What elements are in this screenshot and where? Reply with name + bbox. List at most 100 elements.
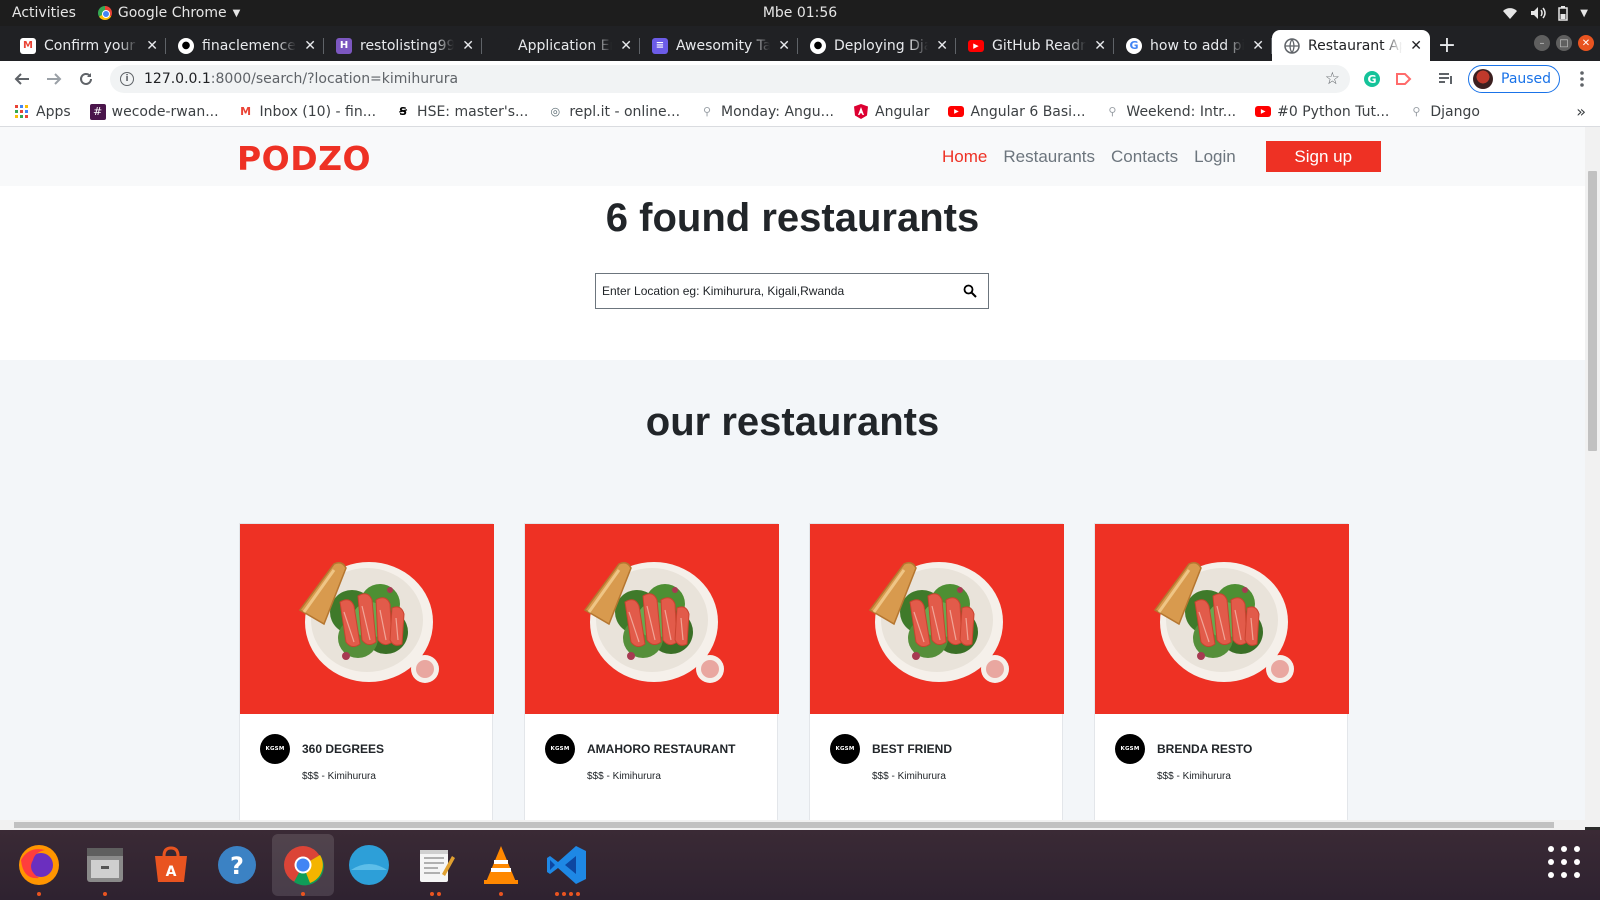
site-logo[interactable]: PODZO — [237, 139, 371, 178]
close-icon[interactable]: ✕ — [1410, 38, 1422, 54]
close-icon[interactable]: ✕ — [1094, 38, 1106, 54]
slack-icon: # — [89, 103, 106, 120]
bookmark-item[interactable]: Ꞩ HSE: master's... — [395, 104, 528, 120]
close-icon[interactable]: ✕ — [936, 38, 948, 54]
bookmark-item[interactable]: # wecode-rwan... — [89, 103, 219, 120]
address-bar[interactable]: i 127.0.0.1:8000/search/?location=kimihu… — [110, 65, 1350, 93]
nav-contacts[interactable]: Contacts — [1111, 147, 1178, 167]
tab[interactable]: G how to add pi ✕ — [1114, 30, 1272, 61]
apps-grid-icon — [14, 104, 30, 120]
restaurant-name[interactable]: AMAHORO RESTAURANT — [587, 742, 735, 756]
close-window-button[interactable]: ✕ — [1578, 35, 1594, 51]
bookmark-item[interactable]: ▶ Angular 6 Basi... — [948, 104, 1085, 120]
horizontal-scrollbar[interactable] — [0, 820, 1585, 830]
info-icon[interactable]: i — [120, 72, 134, 86]
system-tray[interactable]: ▼ — [1502, 5, 1588, 21]
activities-button[interactable]: Activities — [12, 5, 76, 21]
svg-text:?: ? — [230, 852, 244, 880]
profile-button[interactable]: Paused — [1468, 65, 1560, 93]
close-icon[interactable]: ✕ — [1252, 38, 1264, 54]
bookmark-item[interactable]: ⚲ Weekend: Intr... — [1104, 104, 1236, 120]
disk-icon[interactable] — [338, 834, 400, 896]
vertical-scrollbar[interactable] — [1585, 127, 1600, 827]
tab[interactable]: H restolisting99 ✕ — [324, 30, 482, 61]
restaurant-card[interactable]: KGSM BEST FRIEND $$$ - Kimihurura — [809, 523, 1064, 827]
tab[interactable]: ≡ Awesomity Ta ✕ — [640, 30, 798, 61]
forward-button[interactable] — [38, 63, 70, 95]
heroku-icon: H — [336, 37, 352, 54]
search-input[interactable] — [596, 274, 952, 308]
minimize-button[interactable]: – — [1534, 35, 1550, 51]
tab-active[interactable]: Restaurant Ap ✕ — [1272, 30, 1430, 61]
blank-icon — [494, 37, 510, 54]
bookmark-apps[interactable]: Apps — [14, 104, 71, 120]
software-center-icon[interactable]: A — [140, 834, 202, 896]
tab[interactable]: Application Er ✕ — [482, 30, 640, 61]
close-icon[interactable]: ✕ — [778, 38, 790, 54]
restaurant-meta: $$$ - Kimihurura — [302, 771, 376, 782]
help-icon[interactable]: ? — [206, 834, 268, 896]
close-icon[interactable]: ✕ — [304, 38, 316, 54]
restaurant-card[interactable]: KGSM AMAHORO RESTAURANT $$$ - Kimihurura — [524, 523, 779, 827]
app-menu[interactable]: Google Chrome ▼ — [97, 5, 240, 21]
restaurant-name[interactable]: BEST FRIEND — [872, 742, 952, 756]
back-button[interactable] — [6, 63, 38, 95]
bookmark-label: Weekend: Intr... — [1126, 103, 1237, 120]
github-icon: ● — [178, 37, 194, 54]
app-name: Google Chrome — [117, 5, 227, 21]
svg-text:A: A — [166, 864, 177, 880]
grammarly-icon[interactable]: G — [1362, 69, 1382, 89]
tab[interactable]: ● finaclemence/ ✕ — [166, 30, 324, 61]
show-applications-button[interactable] — [1544, 842, 1584, 882]
nav-login[interactable]: Login — [1194, 147, 1236, 167]
scrollbar-thumb[interactable] — [1588, 171, 1597, 451]
star-icon[interactable]: ☆ — [1325, 69, 1340, 89]
vscode-icon[interactable] — [536, 834, 598, 896]
bookmark-item[interactable]: M Inbox (10) - fin... — [238, 104, 376, 120]
food-image — [810, 524, 1064, 714]
ubuntu-dock: A ? — [0, 830, 1600, 900]
bookmark-item[interactable]: ▶ #0 Python Tut... — [1255, 104, 1389, 120]
restaurant-name[interactable]: 360 DEGREES — [302, 742, 384, 756]
reload-button[interactable] — [70, 63, 102, 95]
search-button[interactable] — [952, 274, 988, 308]
new-tab-button[interactable]: + — [1430, 30, 1464, 61]
firefox-icon[interactable] — [8, 834, 70, 896]
bookmark-item[interactable]: ⚲ Django — [1408, 104, 1480, 120]
youtube-icon: ▶ — [948, 106, 965, 117]
nav-home[interactable]: Home — [942, 147, 987, 167]
signup-button[interactable]: Sign up — [1265, 141, 1381, 172]
nav-restaurants[interactable]: Restaurants — [1003, 147, 1095, 167]
chevron-double-right-icon[interactable]: » — [1576, 102, 1586, 121]
bookmark-item[interactable]: Angular — [853, 104, 929, 120]
clock[interactable]: Mbe 01:56 — [763, 5, 837, 21]
tab[interactable]: M Confirm your e ✕ — [8, 30, 166, 61]
restaurant-card[interactable]: KGSM 360 DEGREES $$$ - Kimihurura — [239, 523, 494, 827]
page-viewport: PODZO Home Restaurants Contacts Login Si… — [0, 127, 1585, 827]
media-queue-icon[interactable] — [1436, 69, 1456, 89]
card-body: KGSM BEST FRIEND $$$ - Kimihurura — [810, 714, 1062, 827]
close-icon[interactable]: ✕ — [462, 38, 474, 54]
tab-title: restolisting99 — [360, 37, 455, 54]
scrollbar-thumb[interactable] — [14, 822, 1554, 828]
close-icon[interactable]: ✕ — [146, 38, 158, 54]
restaurant-card[interactable]: KGSM BRENDA RESTO $$$ - Kimihurura — [1094, 523, 1349, 827]
text-editor-icon[interactable] — [404, 834, 466, 896]
vlc-icon[interactable] — [470, 834, 532, 896]
tab[interactable]: ● Deploying Dja ✕ — [798, 30, 956, 61]
bookmark-item[interactable]: ◎ repl.it - online... — [547, 104, 681, 120]
bookmark-item[interactable]: ⚲ Monday: Angu... — [699, 104, 834, 120]
chrome-icon[interactable] — [272, 834, 334, 896]
restaurant-name[interactable]: BRENDA RESTO — [1157, 742, 1252, 756]
food-image — [525, 524, 779, 714]
maximize-button[interactable]: □ — [1556, 35, 1572, 51]
tab-title: how to add pi — [1150, 37, 1245, 54]
files-icon[interactable] — [74, 834, 136, 896]
extension-icon[interactable] — [1393, 69, 1413, 89]
profile-status: Paused — [1501, 71, 1552, 87]
gmail-icon: M — [20, 37, 36, 54]
close-icon[interactable]: ✕ — [620, 38, 632, 54]
menu-kebab-icon[interactable] — [1576, 69, 1588, 89]
arrow-left-icon — [14, 73, 29, 85]
tab[interactable]: ▶ GitHub Readm ✕ — [956, 30, 1114, 61]
